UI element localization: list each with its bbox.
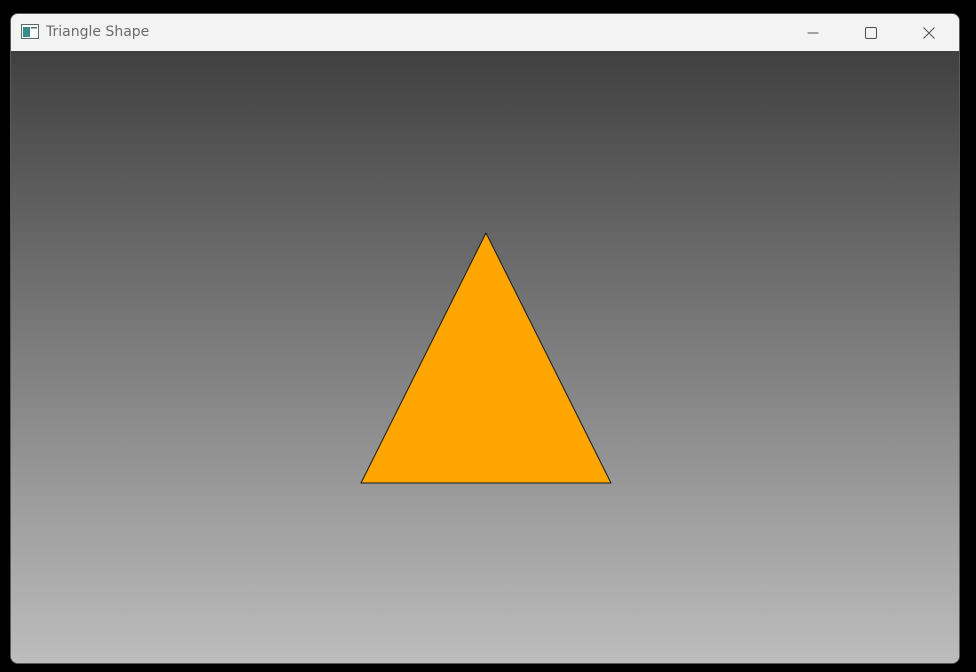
app-window: Triangle Shape — [10, 13, 960, 664]
maximize-icon — [865, 26, 877, 39]
close-icon — [923, 26, 935, 39]
window-title: Triangle Shape — [46, 24, 150, 40]
triangle-shape — [360, 232, 612, 484]
close-button[interactable] — [900, 14, 958, 51]
canvas-svg — [360, 232, 612, 484]
window-app-icon — [21, 24, 39, 39]
minimize-button[interactable] — [784, 14, 842, 51]
maximize-button[interactable] — [842, 14, 900, 51]
render-canvas[interactable] — [11, 51, 959, 663]
minimize-icon — [807, 32, 819, 33]
title-bar[interactable]: Triangle Shape — [11, 14, 959, 51]
